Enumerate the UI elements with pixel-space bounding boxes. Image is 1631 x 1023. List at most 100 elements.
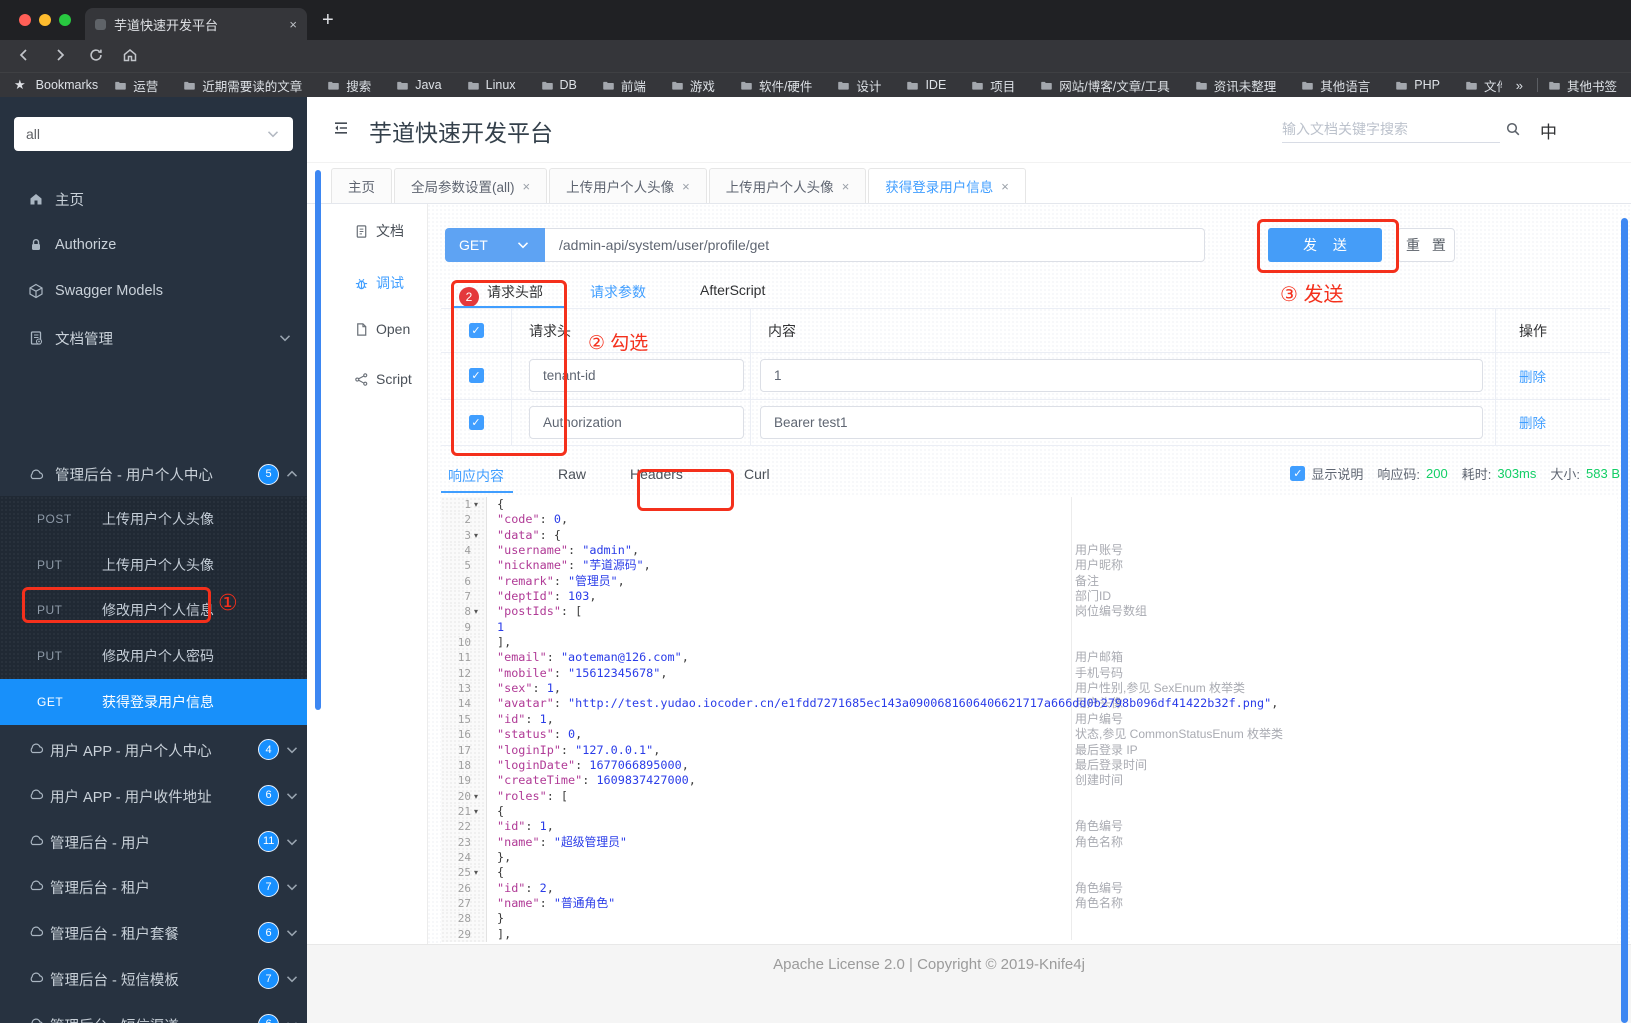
tab-close-icon[interactable]: × — [283, 17, 297, 32]
bookmark-folder[interactable]: 项目 — [971, 76, 1015, 95]
bookmark-folder[interactable]: 软件/硬件 — [740, 76, 812, 95]
fold-arrow-icon[interactable]: ▾ — [474, 528, 478, 543]
window-minimize-button[interactable] — [39, 14, 51, 26]
fold-arrow-icon[interactable]: ▾ — [474, 804, 478, 819]
bookmark-folder[interactable]: PHP — [1395, 78, 1440, 92]
response-json-editor[interactable]: 1 ▾{2 "code": 0, 3 ▾ "data": {4 用户账号 "userna… — [441, 497, 1617, 946]
delete-link[interactable]: 删除 — [1519, 412, 1546, 432]
sidebar-endpoint[interactable]: GET 获得登录用户信息 — [0, 679, 307, 725]
bookmark-folder[interactable]: 网站/博客/文章/工具 — [1040, 76, 1170, 95]
sidebar-group[interactable]: 用户 APP - 用户个人中心 4 — [0, 730, 307, 770]
show-description-label: 显示说明 — [1311, 467, 1364, 482]
doc-search-input[interactable] — [1282, 115, 1500, 142]
code-line: 9 1 — [441, 619, 1617, 636]
sidebar-group-active[interactable]: 管理后台 - 用户个人中心 5 — [0, 454, 307, 494]
bookmark-folder[interactable]: 前端 — [602, 76, 646, 95]
debug-nav-文档[interactable]: 文档 — [307, 221, 427, 241]
request-tab-afterscript[interactable]: AfterScript — [700, 282, 765, 298]
field-description: 用户编号 — [1075, 711, 1124, 726]
doc-tab[interactable]: 获得登录用户信息 × — [868, 168, 1026, 203]
http-method-select[interactable]: GET — [445, 228, 545, 262]
debug-nav-script[interactable]: Script — [307, 371, 427, 387]
header-value-input[interactable] — [761, 360, 1482, 392]
bookmark-folder[interactable]: 其他语言 — [1301, 76, 1370, 95]
sidebar-group[interactable]: 管理后台 - 短信渠道 6 — [0, 1005, 307, 1023]
bookmark-folder[interactable]: 运营 — [114, 76, 158, 95]
response-tab-curl[interactable]: Curl — [744, 466, 770, 482]
doc-tab[interactable]: 全局参数设置(all) × — [394, 168, 548, 203]
bookmark-folder[interactable]: 资讯未整理 — [1195, 76, 1276, 95]
close-icon[interactable]: × — [523, 179, 531, 194]
sidebar-item-home[interactable]: 主页 — [0, 179, 307, 219]
api-group-select[interactable]: all — [14, 117, 293, 151]
lock-icon — [28, 237, 44, 253]
cube-icon — [28, 283, 44, 299]
reload-icon[interactable] — [88, 47, 104, 63]
sidebar-scrollbar[interactable] — [315, 170, 321, 710]
window-close-button[interactable] — [19, 14, 31, 26]
doc-search[interactable] — [1282, 115, 1500, 143]
code-line: 4 用户账号 "username": "admin", — [441, 543, 1617, 559]
search-icon[interactable] — [1505, 121, 1521, 137]
sidebar-item-doc-management[interactable]: 文档管理 — [0, 318, 307, 358]
code-line: 15 用户编号 "id": 1, — [441, 711, 1617, 728]
fold-arrow-icon[interactable]: ▾ — [474, 865, 478, 880]
sidebar-group[interactable]: 管理后台 - 短信模板 7 — [0, 959, 307, 999]
line-number: 17 — [457, 743, 471, 757]
forward-icon[interactable] — [52, 47, 68, 63]
close-icon[interactable]: × — [682, 179, 690, 194]
request-url-input[interactable] — [545, 229, 1204, 261]
bookmarks-divider — [1536, 78, 1538, 92]
doc-tab[interactable]: 上传用户个人头像 × — [549, 168, 707, 203]
bookmark-folder[interactable]: 搜索 — [327, 76, 371, 95]
sidebar-item-authorize[interactable]: Authorize — [0, 225, 307, 265]
sidebar-group[interactable]: 管理后台 - 租户 7 — [0, 867, 307, 907]
fold-arrow-icon[interactable]: ▾ — [474, 497, 478, 512]
bookmark-folder[interactable]: Java — [396, 78, 442, 92]
fold-arrow-icon[interactable]: ▾ — [474, 789, 478, 804]
sidebar-group[interactable]: 管理后台 - 租户套餐 6 — [0, 913, 307, 953]
line-number: 7 — [464, 590, 471, 604]
response-tab-content[interactable]: 响应内容 — [448, 466, 504, 486]
sidebar-group[interactable]: 管理后台 - 用户 11 — [0, 822, 307, 862]
delete-link[interactable]: 删除 — [1519, 366, 1546, 386]
response-tab-raw[interactable]: Raw — [558, 466, 586, 482]
bookmark-folder[interactable]: 文件服务器 — [1465, 76, 1502, 95]
bookmark-label: 项目 — [990, 79, 1016, 94]
back-icon[interactable] — [16, 47, 32, 63]
bookmark-folder[interactable]: 游戏 — [671, 76, 715, 95]
bookmark-folder[interactable]: 近期需要读的文章 — [183, 76, 302, 95]
reset-button[interactable]: 重 置 — [1397, 228, 1455, 262]
collapse-sidebar-icon[interactable] — [333, 120, 349, 136]
request-tab-params[interactable]: 请求参数 — [590, 282, 646, 302]
fold-arrow-icon[interactable]: ▾ — [474, 604, 478, 619]
new-tab-button[interactable]: + — [322, 9, 334, 31]
debug-nav-open[interactable]: Open — [307, 321, 427, 337]
close-icon[interactable]: × — [842, 179, 850, 194]
doc-tab[interactable]: 主页 — [331, 168, 392, 203]
sidebar-endpoint[interactable]: PUT 修改用户个人密码 — [0, 633, 307, 679]
sidebar-endpoint[interactable]: PUT 上传用户个人头像 — [0, 542, 307, 588]
footer-text: Apache License 2.0 | Copyright © 2019-Kn… — [773, 956, 1085, 973]
window-maximize-button[interactable] — [59, 14, 71, 26]
sidebar-group[interactable]: 用户 APP - 用户收件地址 6 — [0, 776, 307, 816]
browser-tab[interactable]: 芋道快速开发平台 × — [85, 8, 307, 40]
field-description: 用户昵称 — [1075, 558, 1124, 573]
bookmark-folder[interactable]: DB — [541, 78, 577, 92]
language-toggle[interactable]: 中 — [1540, 118, 1557, 143]
other-bookmarks[interactable]: 其他书签 — [1548, 76, 1617, 95]
bookmarks-overflow-chevron[interactable]: » — [1512, 78, 1527, 93]
chevron-down-icon — [284, 834, 300, 850]
doc-tab[interactable]: 上传用户个人头像 × — [708, 168, 867, 203]
bookmark-folder[interactable]: IDE — [906, 78, 946, 92]
bookmark-folder[interactable]: 设计 — [837, 76, 881, 95]
debug-nav-调试[interactable]: 调试 — [307, 273, 427, 293]
home-icon[interactable] — [122, 47, 138, 63]
bookmark-folder[interactable]: Linux — [467, 78, 516, 92]
show-description-checkbox[interactable]: ✓ — [1290, 466, 1306, 481]
page-scrollbar[interactable] — [1621, 218, 1628, 1023]
sidebar-endpoint[interactable]: POST 上传用户个人头像 — [0, 496, 307, 542]
header-value-input[interactable] — [761, 406, 1482, 438]
close-icon[interactable]: × — [1001, 179, 1009, 194]
sidebar-item-swagger-models[interactable]: Swagger Models — [0, 271, 307, 311]
